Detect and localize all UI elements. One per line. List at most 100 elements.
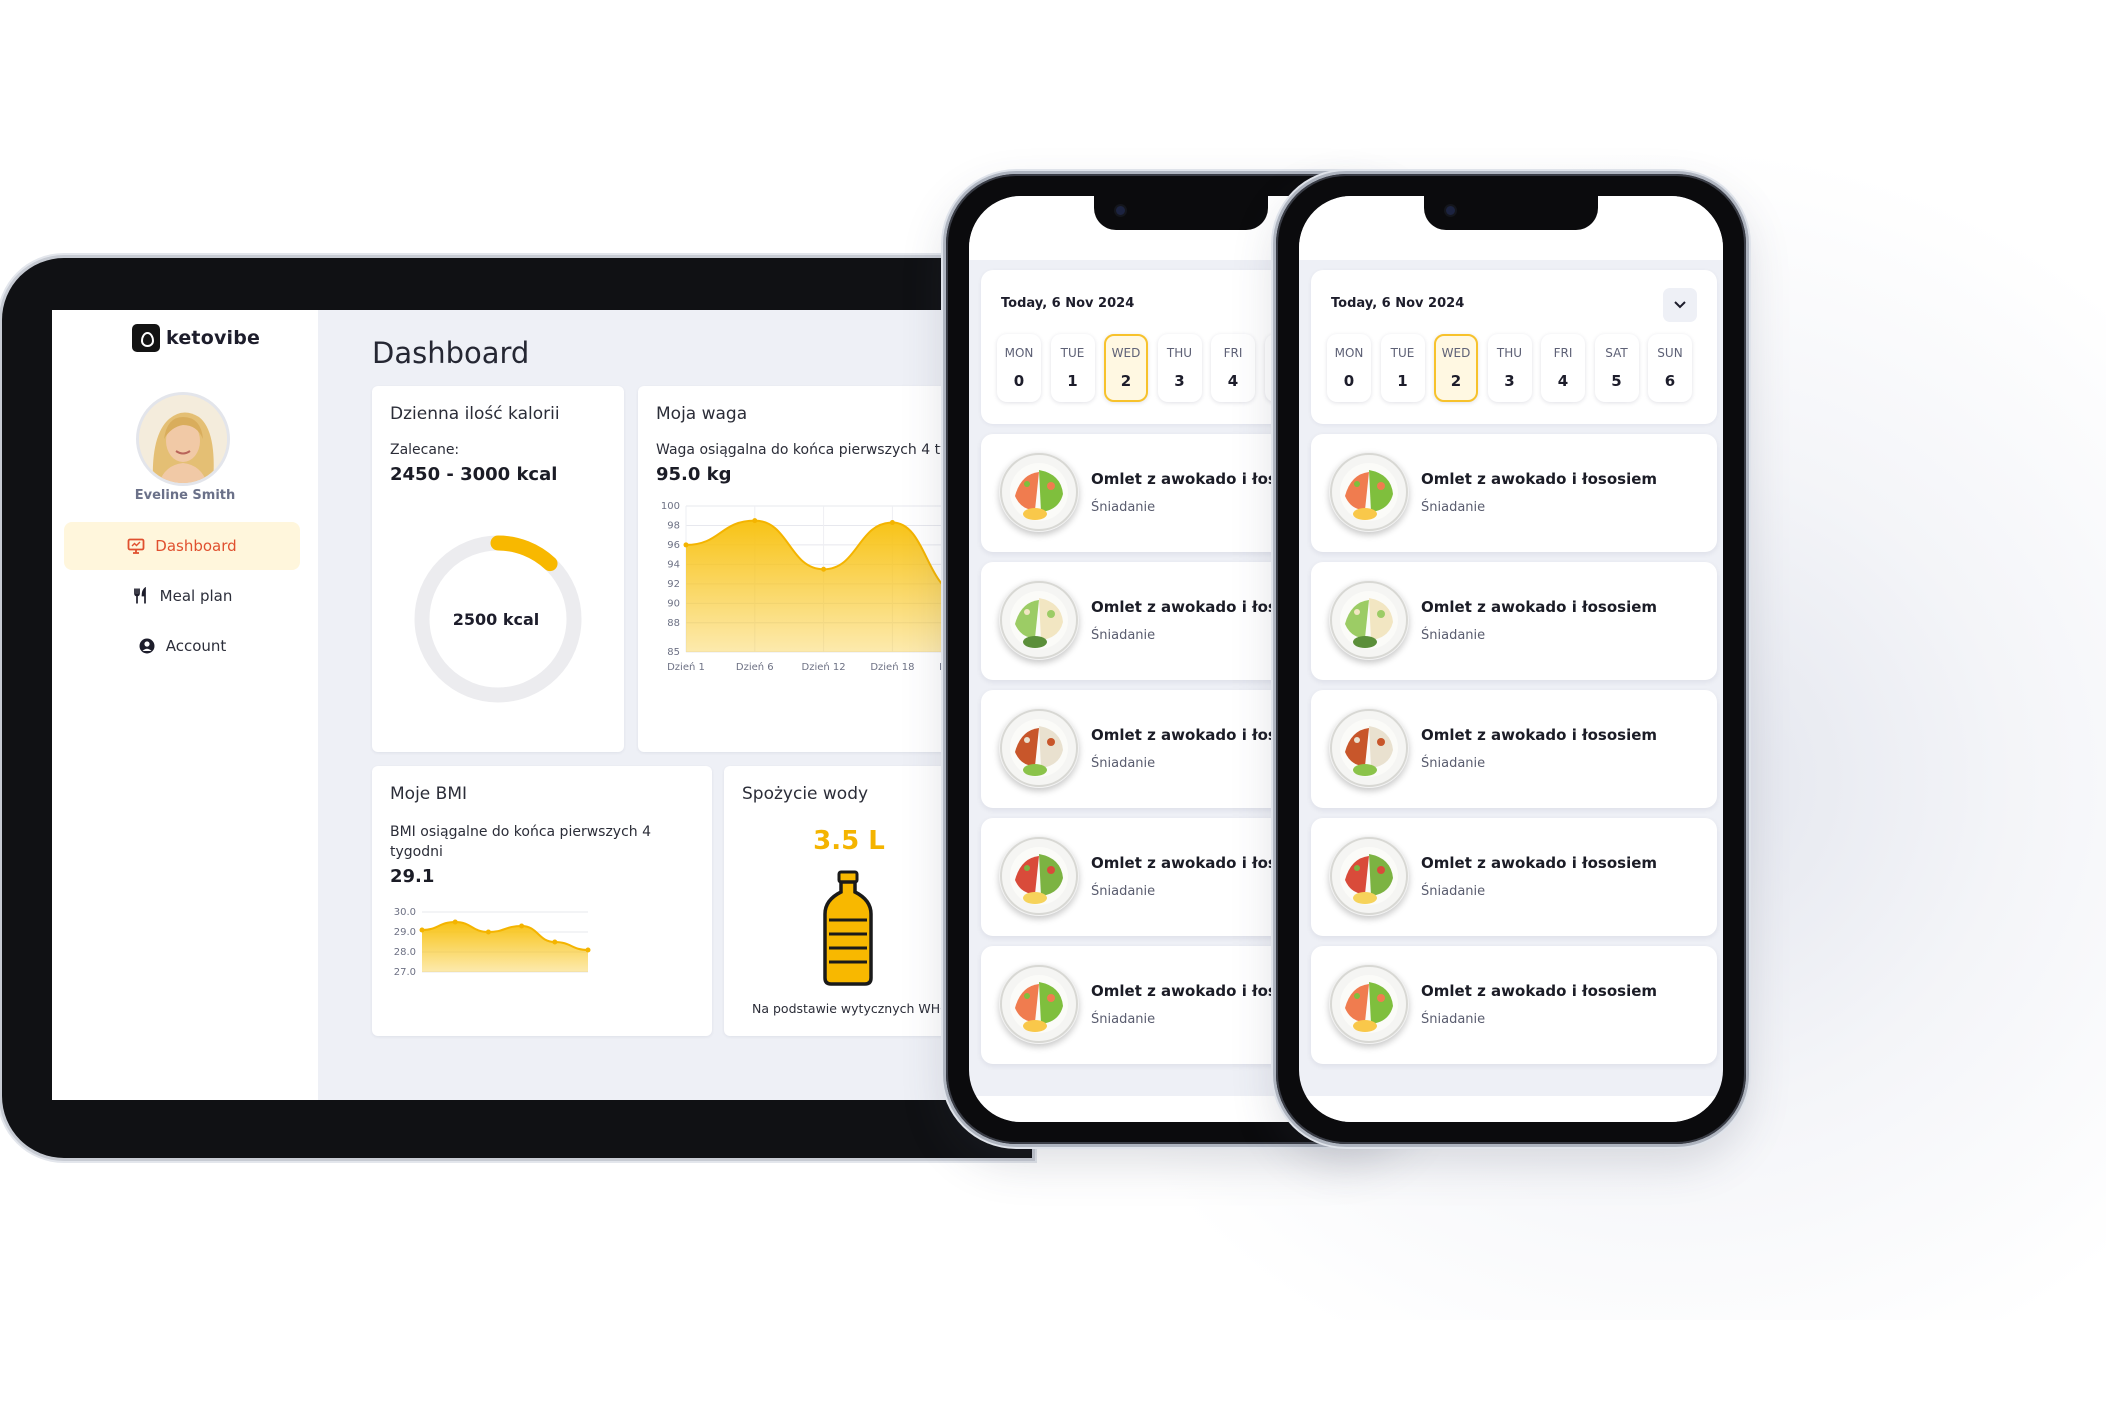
sidebar-item-account[interactable]: Account	[64, 622, 300, 670]
meal-card[interactable]: Omlet z awokado i łososiem Śniadanie	[1311, 818, 1717, 936]
meal-photo-icon	[1329, 452, 1409, 532]
day-name: SUN	[1657, 346, 1683, 360]
meal-photo-icon	[999, 836, 1079, 916]
food-plate-icon	[1330, 453, 1408, 531]
fork-knife-icon	[133, 587, 146, 604]
food-plate-icon	[1000, 581, 1078, 659]
avocado-logo-icon	[132, 324, 160, 352]
day-name: THU	[1166, 346, 1193, 360]
tablet-device: ketovibe Eveline Smith Dashboard Meal pl…	[2, 258, 1032, 1158]
y-tick-label: 27.0	[394, 967, 416, 978]
calorie-donut	[414, 535, 582, 703]
meal-type: Śniadanie	[1091, 884, 1156, 899]
camera-icon	[1446, 206, 1455, 215]
day-name: THU	[1496, 346, 1523, 360]
food-plate-icon	[1000, 837, 1078, 915]
x-tick-label: Dzień 18	[870, 661, 914, 673]
user-portrait-icon	[139, 395, 227, 483]
y-tick-label: 98	[667, 520, 680, 531]
calendar-expand-button[interactable]	[1663, 288, 1697, 322]
calories-card: Dzienna ilość kalorii Zalecane: 2450 - 3…	[372, 386, 624, 752]
avatar[interactable]	[136, 392, 230, 486]
day-number: 0	[1343, 372, 1355, 390]
day-name: TUE	[1390, 346, 1415, 360]
day-sat[interactable]: SAT 5	[1594, 334, 1639, 402]
day-name: SAT	[1605, 346, 1628, 360]
y-tick-label: 94	[667, 559, 680, 570]
bmi-card: Moje BMI BMI osiągalne do końca pierwszy…	[372, 766, 712, 1036]
meal-photo-icon	[1329, 708, 1409, 788]
day-fri[interactable]: FRI 4	[1211, 334, 1255, 402]
sidebar-item-label: Dashboard	[155, 537, 237, 555]
chevron-down-icon	[1674, 301, 1686, 309]
meal-photo-icon	[1329, 964, 1409, 1044]
food-plate-icon	[1330, 581, 1408, 659]
data-point	[452, 919, 458, 925]
logo-text: ketovibe	[166, 327, 261, 349]
meal-title: Omlet z awokado i łososiem	[1421, 470, 1658, 488]
day-sun[interactable]: SUN 6	[1648, 334, 1692, 402]
meal-photo-icon	[999, 708, 1079, 788]
y-tick-label: 92	[667, 579, 680, 590]
tablet-screen: ketovibe Eveline Smith Dashboard Meal pl…	[52, 310, 1012, 1100]
meal-card[interactable]: Omlet z awokado i łososiem Śniadanie	[1311, 946, 1717, 1064]
sidebar-item-label: Meal plan	[159, 587, 233, 605]
day-thu[interactable]: THU 3	[1157, 334, 1202, 402]
page-title: Dashboard	[372, 336, 530, 370]
day-number: 1	[1397, 372, 1408, 390]
y-tick-label: 90	[667, 598, 680, 609]
day-thu[interactable]: THU 3	[1487, 334, 1532, 402]
day-name: MON	[1004, 346, 1034, 360]
phone-notch	[1094, 196, 1268, 230]
day-number: 3	[1174, 372, 1185, 390]
meal-photo-icon	[999, 580, 1079, 660]
day-tue[interactable]: TUE 1	[1380, 334, 1425, 402]
y-tick-label: 100	[661, 501, 680, 512]
food-plate-icon	[1000, 709, 1078, 787]
phone-screen: Today, 6 Nov 2024 MON 0 TUE 1 WED 2 THU 3 FRI 4 SA…	[1299, 196, 1723, 1122]
meal-type: Śniadanie	[1091, 628, 1156, 643]
data-point	[585, 947, 591, 953]
monitor-icon	[127, 538, 145, 554]
day-number: 5	[1611, 372, 1622, 390]
data-point	[552, 939, 558, 945]
y-tick-label: 88	[667, 618, 680, 629]
day-tue[interactable]: TUE 1	[1050, 334, 1095, 402]
meal-type: Śniadanie	[1091, 1012, 1156, 1027]
week-calendar: Today, 6 Nov 2024 MON 0 TUE 1 WED 2 THU 3 FRI 4 SA…	[1311, 270, 1717, 424]
food-plate-icon	[1330, 965, 1408, 1043]
meal-type: Śniadanie	[1421, 884, 1486, 899]
data-point	[821, 566, 827, 572]
day-name: WED	[1441, 346, 1471, 360]
day-wed[interactable]: WED 2	[1434, 334, 1478, 402]
food-plate-icon	[1000, 453, 1078, 531]
sidebar-item-meal-plan[interactable]: Meal plan	[64, 572, 300, 620]
day-name: WED	[1111, 346, 1141, 360]
data-point	[752, 518, 758, 524]
y-tick-label: 29.0	[394, 927, 416, 938]
app-logo[interactable]: ketovibe	[132, 324, 260, 352]
day-mon[interactable]: MON 0	[997, 334, 1041, 402]
day-number: 2	[1120, 372, 1132, 390]
camera-icon	[1116, 206, 1125, 215]
sidebar-item-dashboard[interactable]: Dashboard	[64, 522, 300, 570]
data-point	[889, 520, 895, 526]
day-number: 0	[1013, 372, 1025, 390]
day-wed[interactable]: WED 2	[1104, 334, 1148, 402]
y-tick-label: 96	[667, 540, 680, 551]
meal-photo-icon	[1329, 580, 1409, 660]
meal-card[interactable]: Omlet z awokado i łososiem Śniadanie	[1311, 562, 1717, 680]
day-mon[interactable]: MON 0	[1327, 334, 1371, 402]
day-number: 4	[1227, 372, 1239, 390]
x-tick-label: Dzień 6	[736, 661, 774, 673]
phone-device-front: Today, 6 Nov 2024 MON 0 TUE 1 WED 2 THU 3 FRI 4 SA…	[1276, 174, 1746, 1144]
user-circle-icon	[139, 638, 155, 654]
data-point	[485, 929, 491, 935]
data-point	[419, 927, 425, 933]
meal-card[interactable]: Omlet z awokado i łososiem Śniadanie	[1311, 690, 1717, 808]
meal-card[interactable]: Omlet z awokado i łososiem Śniadanie	[1311, 434, 1717, 552]
meal-type: Śniadanie	[1421, 500, 1486, 515]
day-number: 6	[1664, 372, 1676, 390]
day-fri[interactable]: FRI 4	[1541, 334, 1585, 402]
day-number: 1	[1067, 372, 1078, 390]
